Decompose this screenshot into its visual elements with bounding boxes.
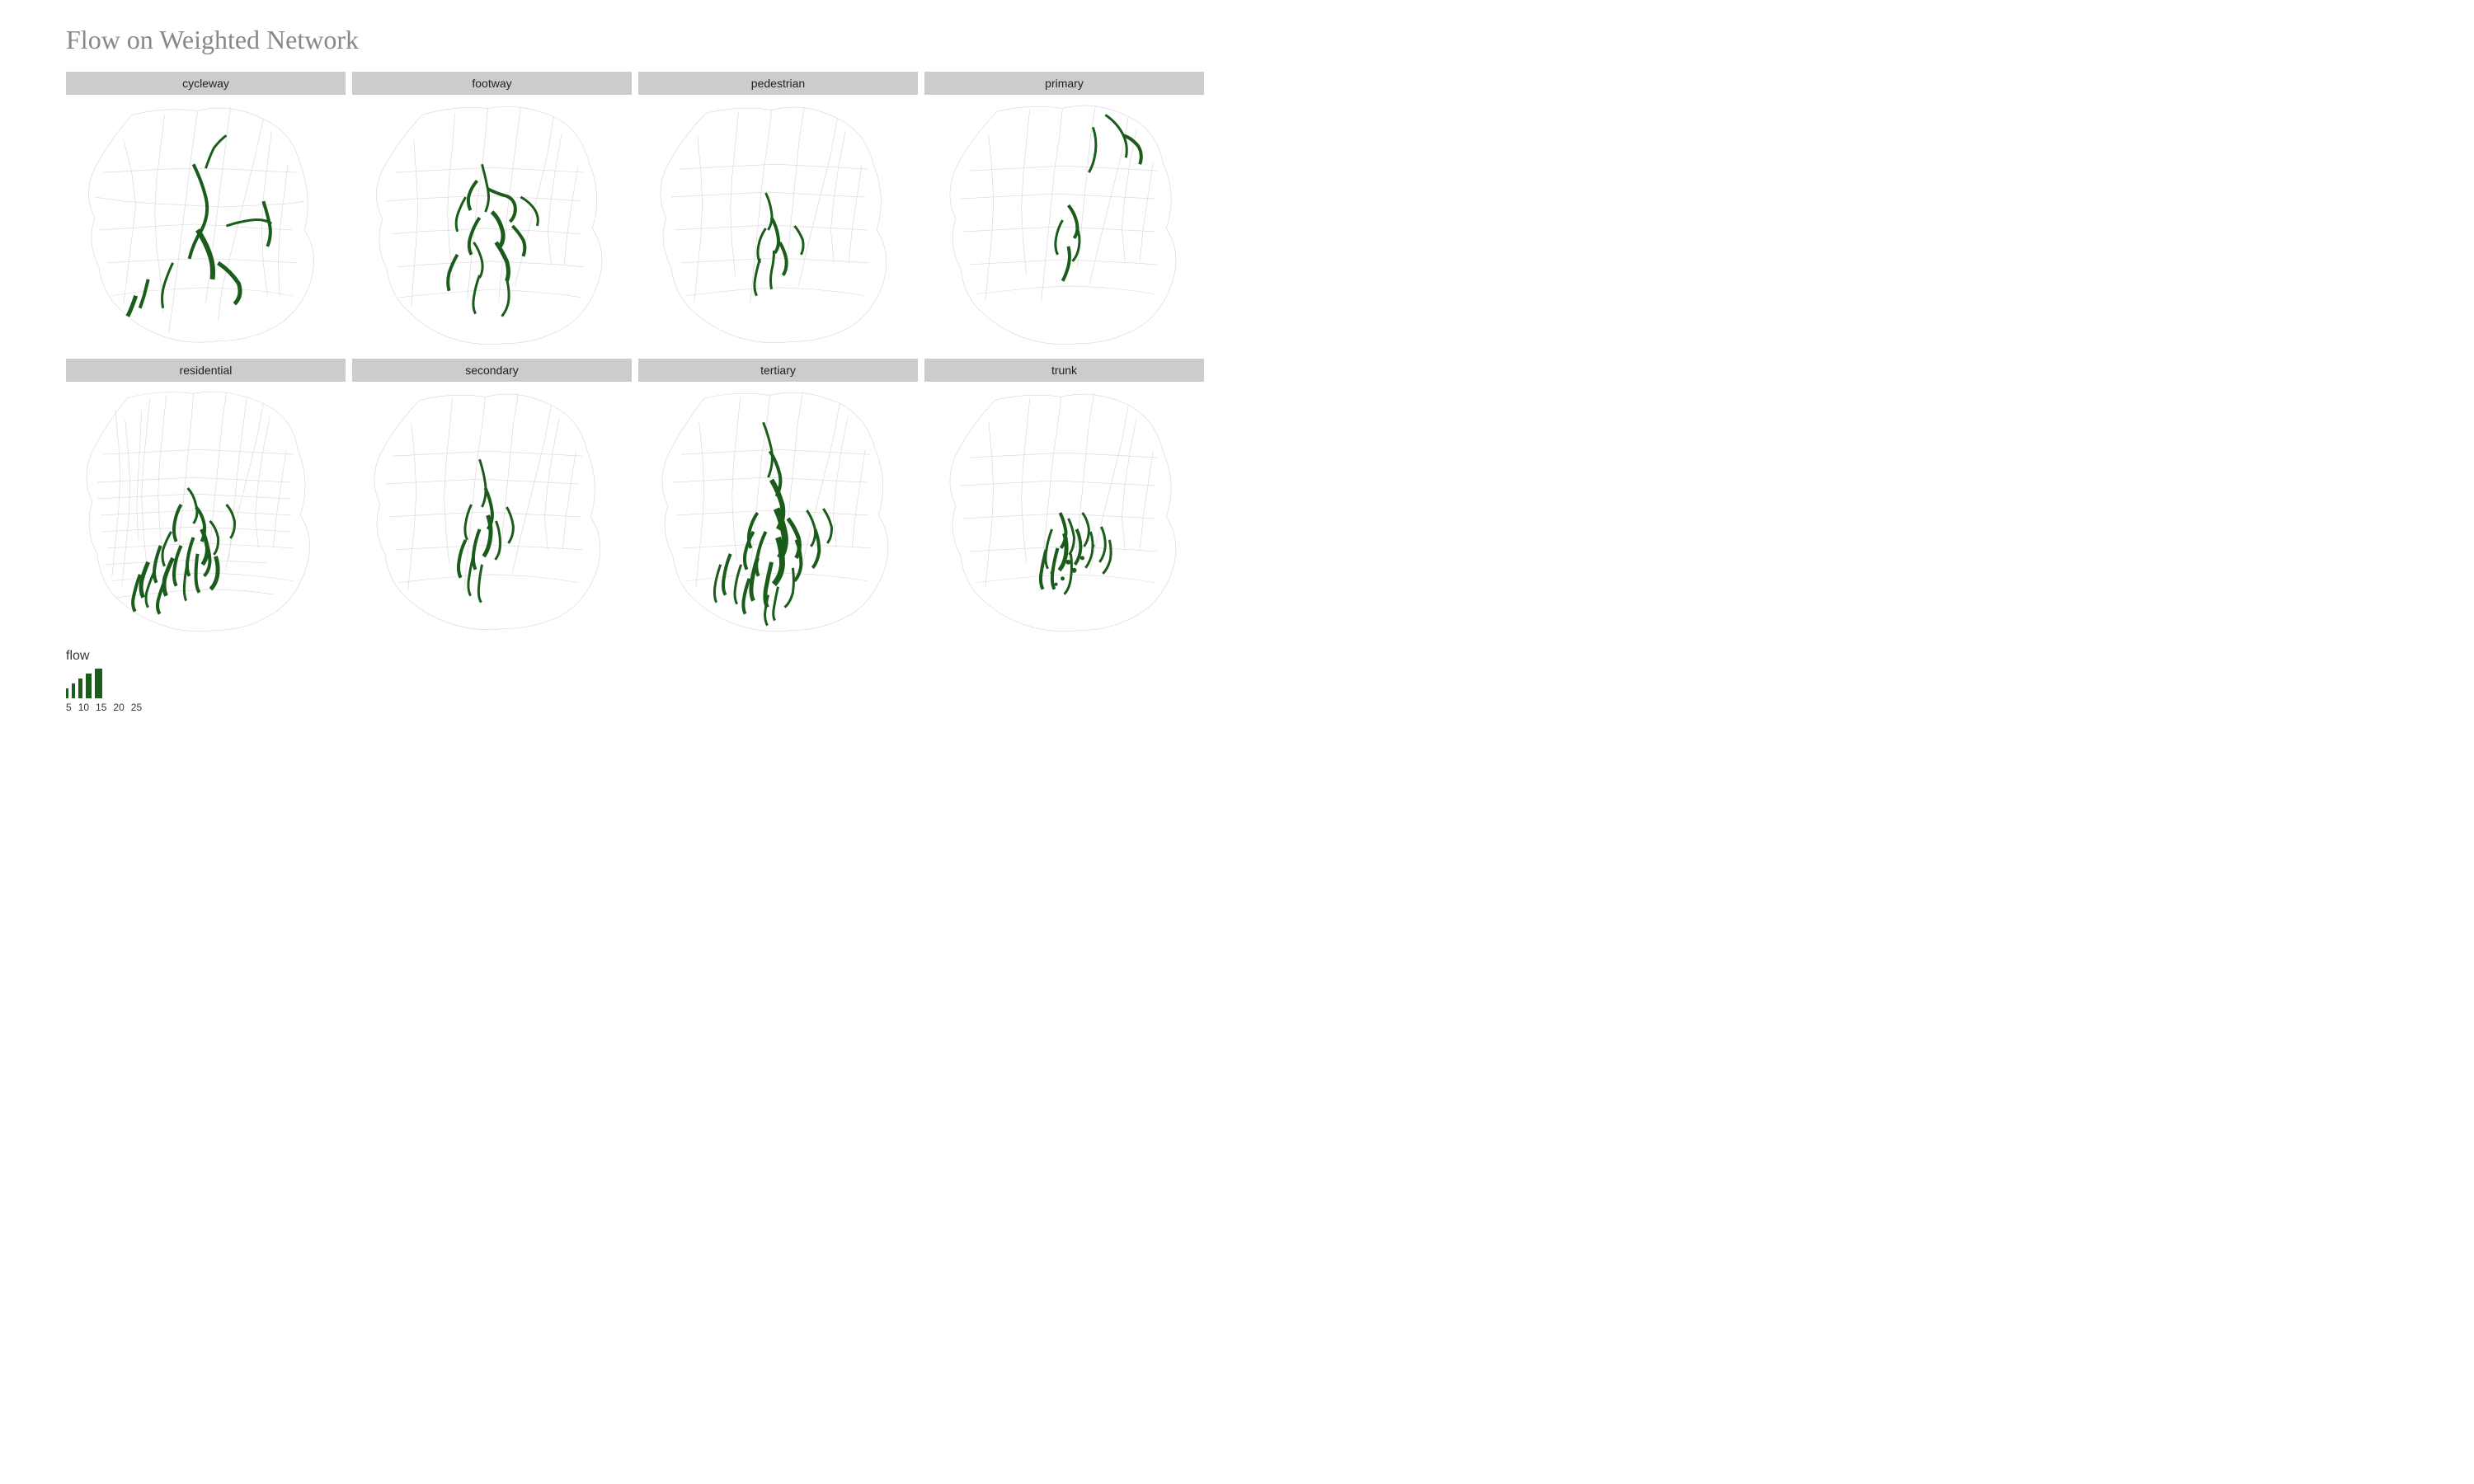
- map-area-primary: [924, 98, 1204, 345]
- map-label-trunk: trunk: [924, 359, 1204, 382]
- legend-bar-15: [78, 679, 82, 698]
- map-area-trunk: [924, 385, 1204, 632]
- row1-grid: cycleway: [66, 72, 1204, 345]
- legend-section: flow 5 10 15 20 25: [66, 649, 1204, 713]
- map-area-tertiary: [638, 385, 918, 632]
- map-cell-residential: residential: [66, 359, 346, 632]
- map-area-cycleway: [66, 98, 346, 345]
- map-label-secondary: secondary: [352, 359, 632, 382]
- legend-title: flow: [66, 649, 89, 664]
- map-cell-tertiary: tertiary: [638, 359, 918, 632]
- map-cell-footway: footway: [352, 72, 632, 345]
- map-label-primary: primary: [924, 72, 1204, 95]
- map-label-residential: residential: [66, 359, 346, 382]
- map-cell-cycleway: cycleway: [66, 72, 346, 345]
- legend-label-15: 15: [96, 702, 106, 713]
- map-label-cycleway: cycleway: [66, 72, 346, 95]
- map-label-pedestrian: pedestrian: [638, 72, 918, 95]
- map-cell-trunk: trunk: [924, 359, 1204, 632]
- map-cell-primary: primary: [924, 72, 1204, 345]
- legend-label-10: 10: [78, 702, 89, 713]
- map-area-pedestrian: [638, 98, 918, 345]
- legend-labels: 5 10 15 20 25: [66, 702, 142, 713]
- legend-label-5: 5: [66, 702, 72, 713]
- legend-bar-5: [66, 688, 68, 698]
- legend-label-25: 25: [131, 702, 142, 713]
- map-label-footway: footway: [352, 72, 632, 95]
- page-title: Flow on Weighted Network: [66, 25, 1204, 55]
- map-cell-secondary: secondary: [352, 359, 632, 632]
- legend-label-20: 20: [113, 702, 124, 713]
- legend-bar-10: [72, 683, 75, 698]
- map-area-secondary: [352, 385, 632, 632]
- legend-bar-25: [95, 669, 102, 698]
- map-cell-pedestrian: pedestrian: [638, 72, 918, 345]
- map-area-residential: [66, 385, 346, 632]
- row2-grid: residential: [66, 359, 1204, 632]
- legend-bars: [66, 669, 102, 698]
- legend-bar-20: [86, 674, 92, 698]
- map-area-footway: [352, 98, 632, 345]
- map-label-tertiary: tertiary: [638, 359, 918, 382]
